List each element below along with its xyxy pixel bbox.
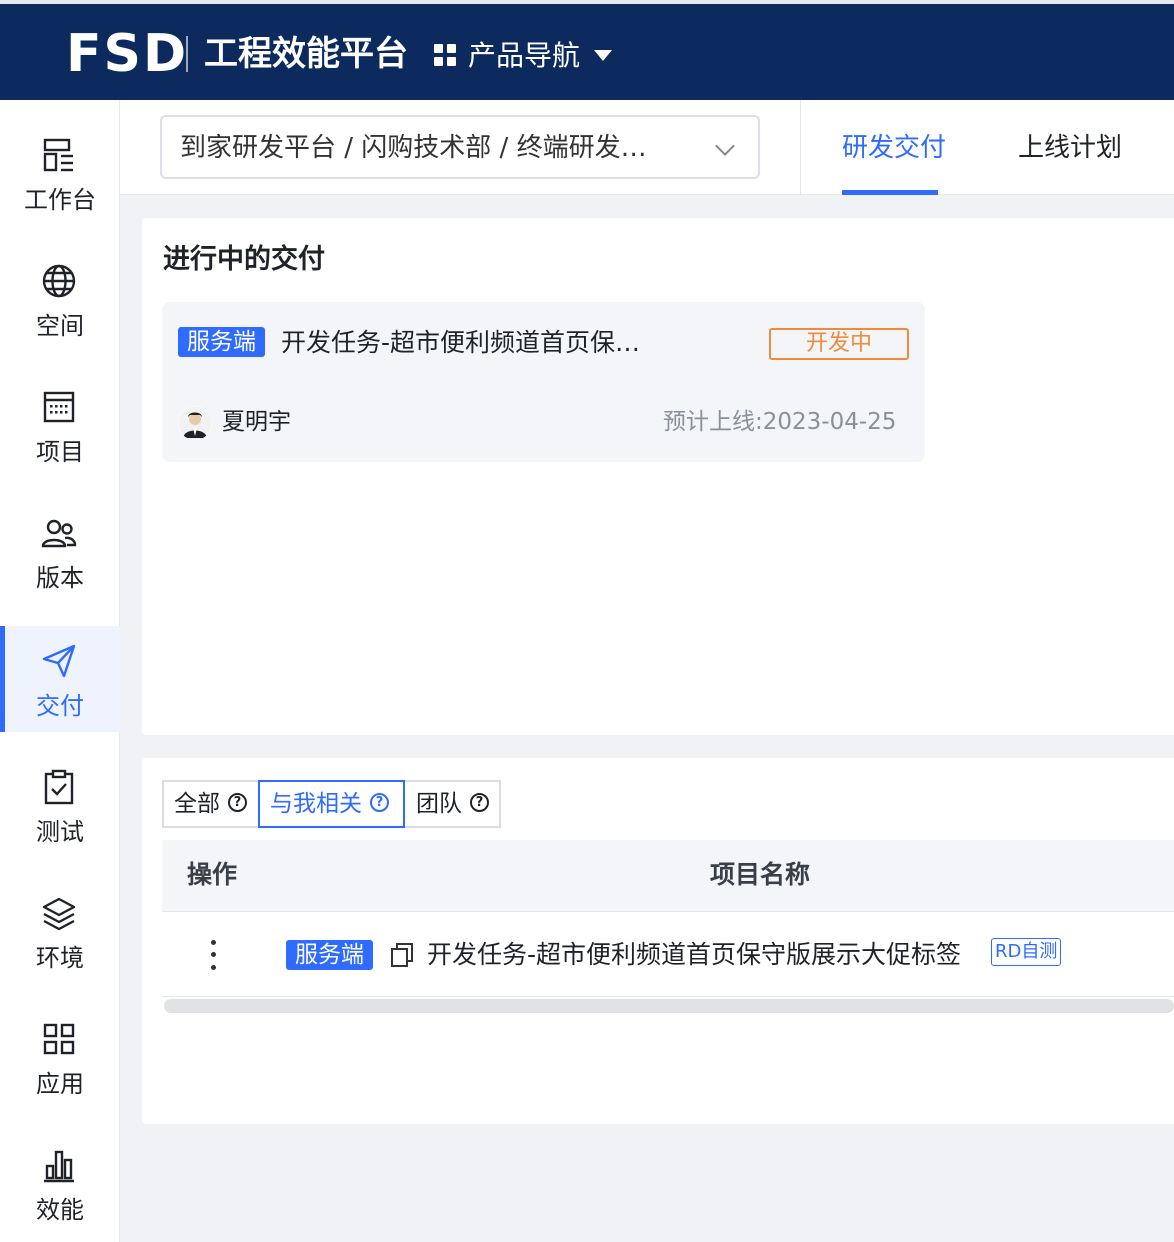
sidebar: 工作台 空间 项目 版本 交付 测试 环境 应用 效能 bbox=[0, 100, 120, 1242]
product-nav-menu[interactable]: 产品导航 bbox=[468, 38, 580, 74]
calendar-icon bbox=[43, 391, 75, 423]
sidebar-item-environment[interactable]: 环境 bbox=[0, 878, 120, 984]
sidebar-item-delivery[interactable]: 交付 bbox=[0, 626, 120, 732]
logo-divider bbox=[186, 36, 188, 72]
sidebar-item-label: 项目 bbox=[36, 438, 84, 466]
caret-down-icon[interactable] bbox=[594, 50, 612, 61]
globe-icon bbox=[42, 264, 76, 298]
status-badge: 开发中 bbox=[769, 328, 909, 360]
sidebar-item-test[interactable]: 测试 bbox=[0, 752, 120, 858]
sidebar-item-label: 交付 bbox=[36, 692, 84, 720]
sidebar-item-space[interactable]: 空间 bbox=[0, 246, 120, 352]
top-bar: FSD 工程效能平台 产品导航 bbox=[0, 0, 1174, 100]
platform-title[interactable]: 工程效能平台 bbox=[204, 34, 408, 74]
users-icon bbox=[41, 519, 77, 548]
section-title: 进行中的交付 bbox=[163, 244, 325, 275]
avatar bbox=[178, 406, 212, 440]
breadcrumb: 到家研发平台 / 闪购技术部 / 终端研发… bbox=[180, 133, 647, 163]
help-icon[interactable]: ? bbox=[370, 793, 389, 812]
filter-label: 全部 bbox=[174, 791, 220, 817]
project-name-link[interactable]: 开发任务-超市便利频道首页保守版展示大促标签 bbox=[427, 938, 961, 972]
header-divider bbox=[800, 100, 801, 195]
bar-chart-icon bbox=[44, 1150, 74, 1183]
sidebar-item-efficiency[interactable]: 效能 bbox=[0, 1130, 120, 1236]
tab-release-plan[interactable]: 上线计划 bbox=[1018, 130, 1122, 166]
sidebar-item-label: 测试 bbox=[36, 818, 84, 846]
column-header-action: 操作 bbox=[187, 860, 238, 889]
tab-rd-delivery[interactable]: 研发交付 bbox=[842, 130, 946, 166]
fsd-logo[interactable]: FSD bbox=[66, 28, 188, 80]
sidebar-item-workbench[interactable]: 工作台 bbox=[0, 120, 120, 226]
owner-name: 夏明宇 bbox=[222, 409, 291, 435]
eta-date: 2023-04-25 bbox=[762, 409, 897, 435]
filter-all[interactable]: 全部? bbox=[162, 780, 260, 828]
layers-icon bbox=[42, 897, 76, 931]
rd-self-test-badge: RD自测 bbox=[991, 938, 1062, 966]
delivery-card-title[interactable]: 开发任务-超市便利频道首页保… bbox=[281, 326, 640, 360]
filter-mine[interactable]: 与我相关? bbox=[258, 780, 405, 828]
sidebar-item-label: 空间 bbox=[36, 312, 84, 340]
sidebar-item-label: 环境 bbox=[36, 944, 84, 972]
chevron-down-icon bbox=[715, 136, 735, 156]
apps-icon bbox=[43, 1023, 75, 1055]
table-header bbox=[162, 840, 1174, 912]
copy-icon[interactable] bbox=[390, 942, 414, 968]
horizontal-scrollbar[interactable] bbox=[164, 999, 1174, 1013]
sidebar-item-label: 版本 bbox=[36, 564, 84, 592]
eta-text: 预计上线:2023-04-25 bbox=[663, 406, 896, 438]
more-actions-icon[interactable] bbox=[206, 938, 220, 972]
service-tag: 服务端 bbox=[178, 327, 265, 357]
filter-label: 与我相关 bbox=[270, 791, 362, 817]
column-header-project-name: 项目名称 bbox=[710, 860, 811, 889]
sidebar-item-label: 应用 bbox=[36, 1070, 84, 1098]
sidebar-item-version[interactable]: 版本 bbox=[0, 498, 120, 604]
send-icon bbox=[42, 644, 76, 678]
sidebar-item-apps[interactable]: 应用 bbox=[0, 1004, 120, 1110]
eta-label: 预计上线: bbox=[663, 409, 763, 435]
in-progress-panel bbox=[142, 218, 1174, 735]
grid-icon[interactable] bbox=[434, 44, 456, 66]
help-icon[interactable]: ? bbox=[228, 793, 247, 812]
sidebar-item-label: 工作台 bbox=[24, 186, 96, 214]
help-icon[interactable]: ? bbox=[470, 793, 489, 812]
active-tab-indicator bbox=[842, 190, 938, 195]
service-tag: 服务端 bbox=[286, 940, 373, 970]
filter-label: 团队 bbox=[416, 791, 462, 817]
sidebar-item-label: 效能 bbox=[36, 1196, 84, 1224]
sidebar-item-project[interactable]: 项目 bbox=[0, 372, 120, 478]
clipboard-check-icon bbox=[44, 769, 74, 805]
filter-team[interactable]: 团队? bbox=[403, 780, 501, 828]
dashboard-icon bbox=[43, 138, 73, 172]
breadcrumb-select[interactable]: 到家研发平台 / 闪购技术部 / 终端研发… bbox=[160, 115, 760, 179]
